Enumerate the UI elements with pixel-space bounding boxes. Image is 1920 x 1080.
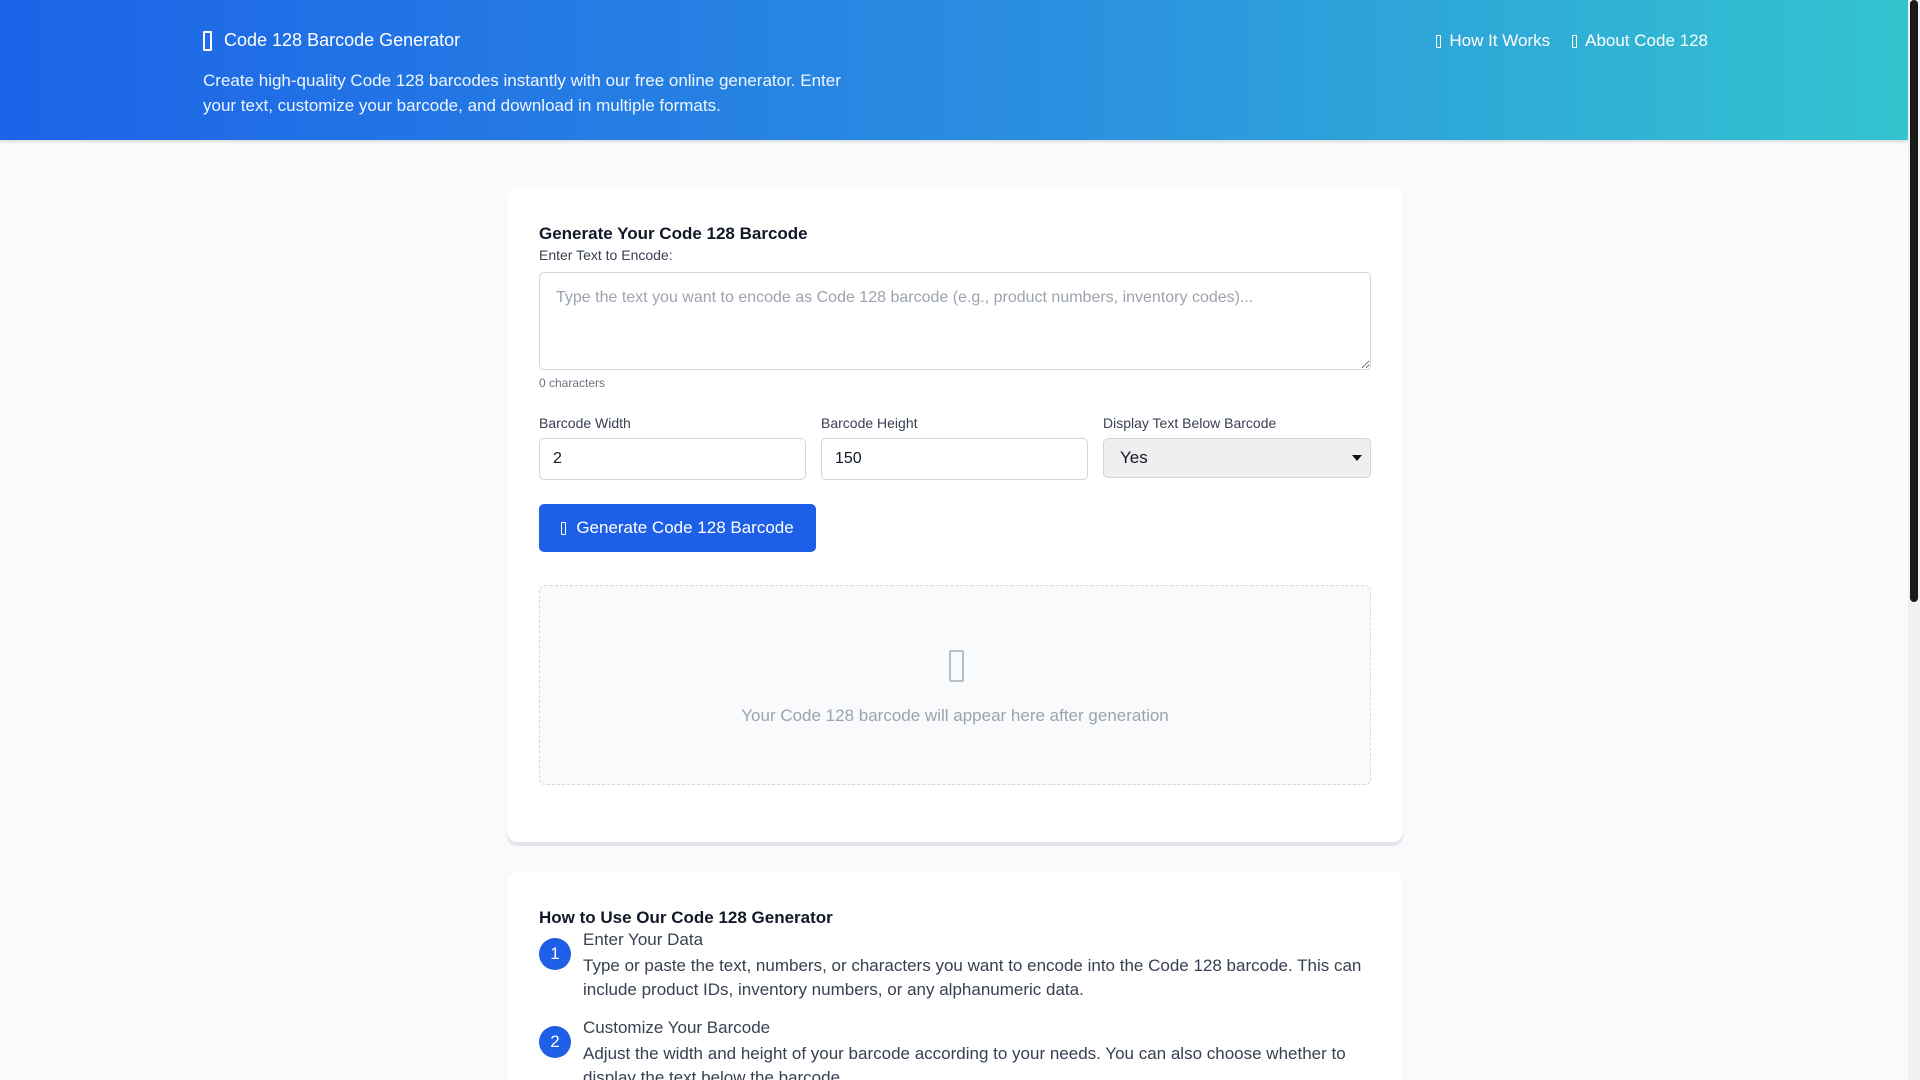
- book-icon: [1572, 34, 1578, 48]
- nav-how-it-works[interactable]: How It Works: [1436, 31, 1550, 51]
- barcode-height-input[interactable]: [821, 438, 1088, 480]
- step-description: Type or paste the text, numbers, or char…: [583, 956, 1362, 999]
- step-number: 1: [539, 938, 571, 970]
- scrollbar-thumb[interactable]: [1910, 0, 1918, 602]
- generator-title: Generate Your Code 128 Barcode: [539, 224, 808, 243]
- page-scrollbar[interactable]: [1908, 0, 1920, 1080]
- step-number: 2: [539, 1026, 571, 1058]
- nav-label: How It Works: [1449, 31, 1551, 50]
- barcode-preview: Your Code 128 barcode will appear here a…: [539, 585, 1371, 785]
- display-text-label: Display Text Below Barcode: [1103, 415, 1277, 431]
- barcode-icon: [561, 521, 567, 535]
- step-title: Customize Your Barcode: [583, 1018, 771, 1037]
- generate-barcode-button[interactable]: Generate Code 128 Barcode: [539, 504, 816, 552]
- generate-button-label: Generate Code 128 Barcode: [576, 518, 794, 537]
- step-description: Adjust the width and height of your barc…: [583, 1044, 1346, 1080]
- nav-label: About Code 128: [1585, 31, 1708, 50]
- height-label: Barcode Height: [821, 415, 918, 431]
- step-title: Enter Your Data: [583, 930, 704, 949]
- tagline: Create high-quality Code 128 barcodes in…: [203, 71, 841, 115]
- info-icon: [1436, 34, 1442, 48]
- chevron-down-icon: [1352, 455, 1362, 461]
- display-text-value: Yes: [1120, 448, 1148, 467]
- brand[interactable]: Code 128 Barcode Generator: [203, 30, 460, 51]
- preview-placeholder-text: Your Code 128 barcode will appear here a…: [741, 706, 1169, 725]
- generator-card: Generate Your Code 128 Barcode Enter Tex…: [507, 188, 1403, 842]
- site-header: Code 128 Barcode Generator Create high-q…: [0, 0, 1908, 140]
- page: Code 128 Barcode Generator Create high-q…: [0, 0, 1908, 1080]
- width-label: Barcode Width: [539, 415, 631, 431]
- top-nav: How It Works About Code 128: [1436, 31, 1708, 51]
- text-label: Enter Text to Encode:: [539, 247, 673, 263]
- barcode-icon: [203, 30, 212, 51]
- barcode-width-input[interactable]: [539, 438, 806, 480]
- encode-text-input[interactable]: [539, 272, 1371, 370]
- how-to-card: How to Use Our Code 128 Generator 1 Ente…: [507, 872, 1403, 1080]
- nav-about-code-128[interactable]: About Code 128: [1572, 31, 1708, 51]
- barcode-placeholder-icon: [949, 650, 964, 682]
- brand-title: Code 128 Barcode Generator: [224, 30, 461, 50]
- how-to-title: How to Use Our Code 128 Generator: [539, 908, 833, 927]
- character-counter: 0 characters: [539, 376, 606, 390]
- display-text-select[interactable]: Yes: [1103, 438, 1371, 478]
